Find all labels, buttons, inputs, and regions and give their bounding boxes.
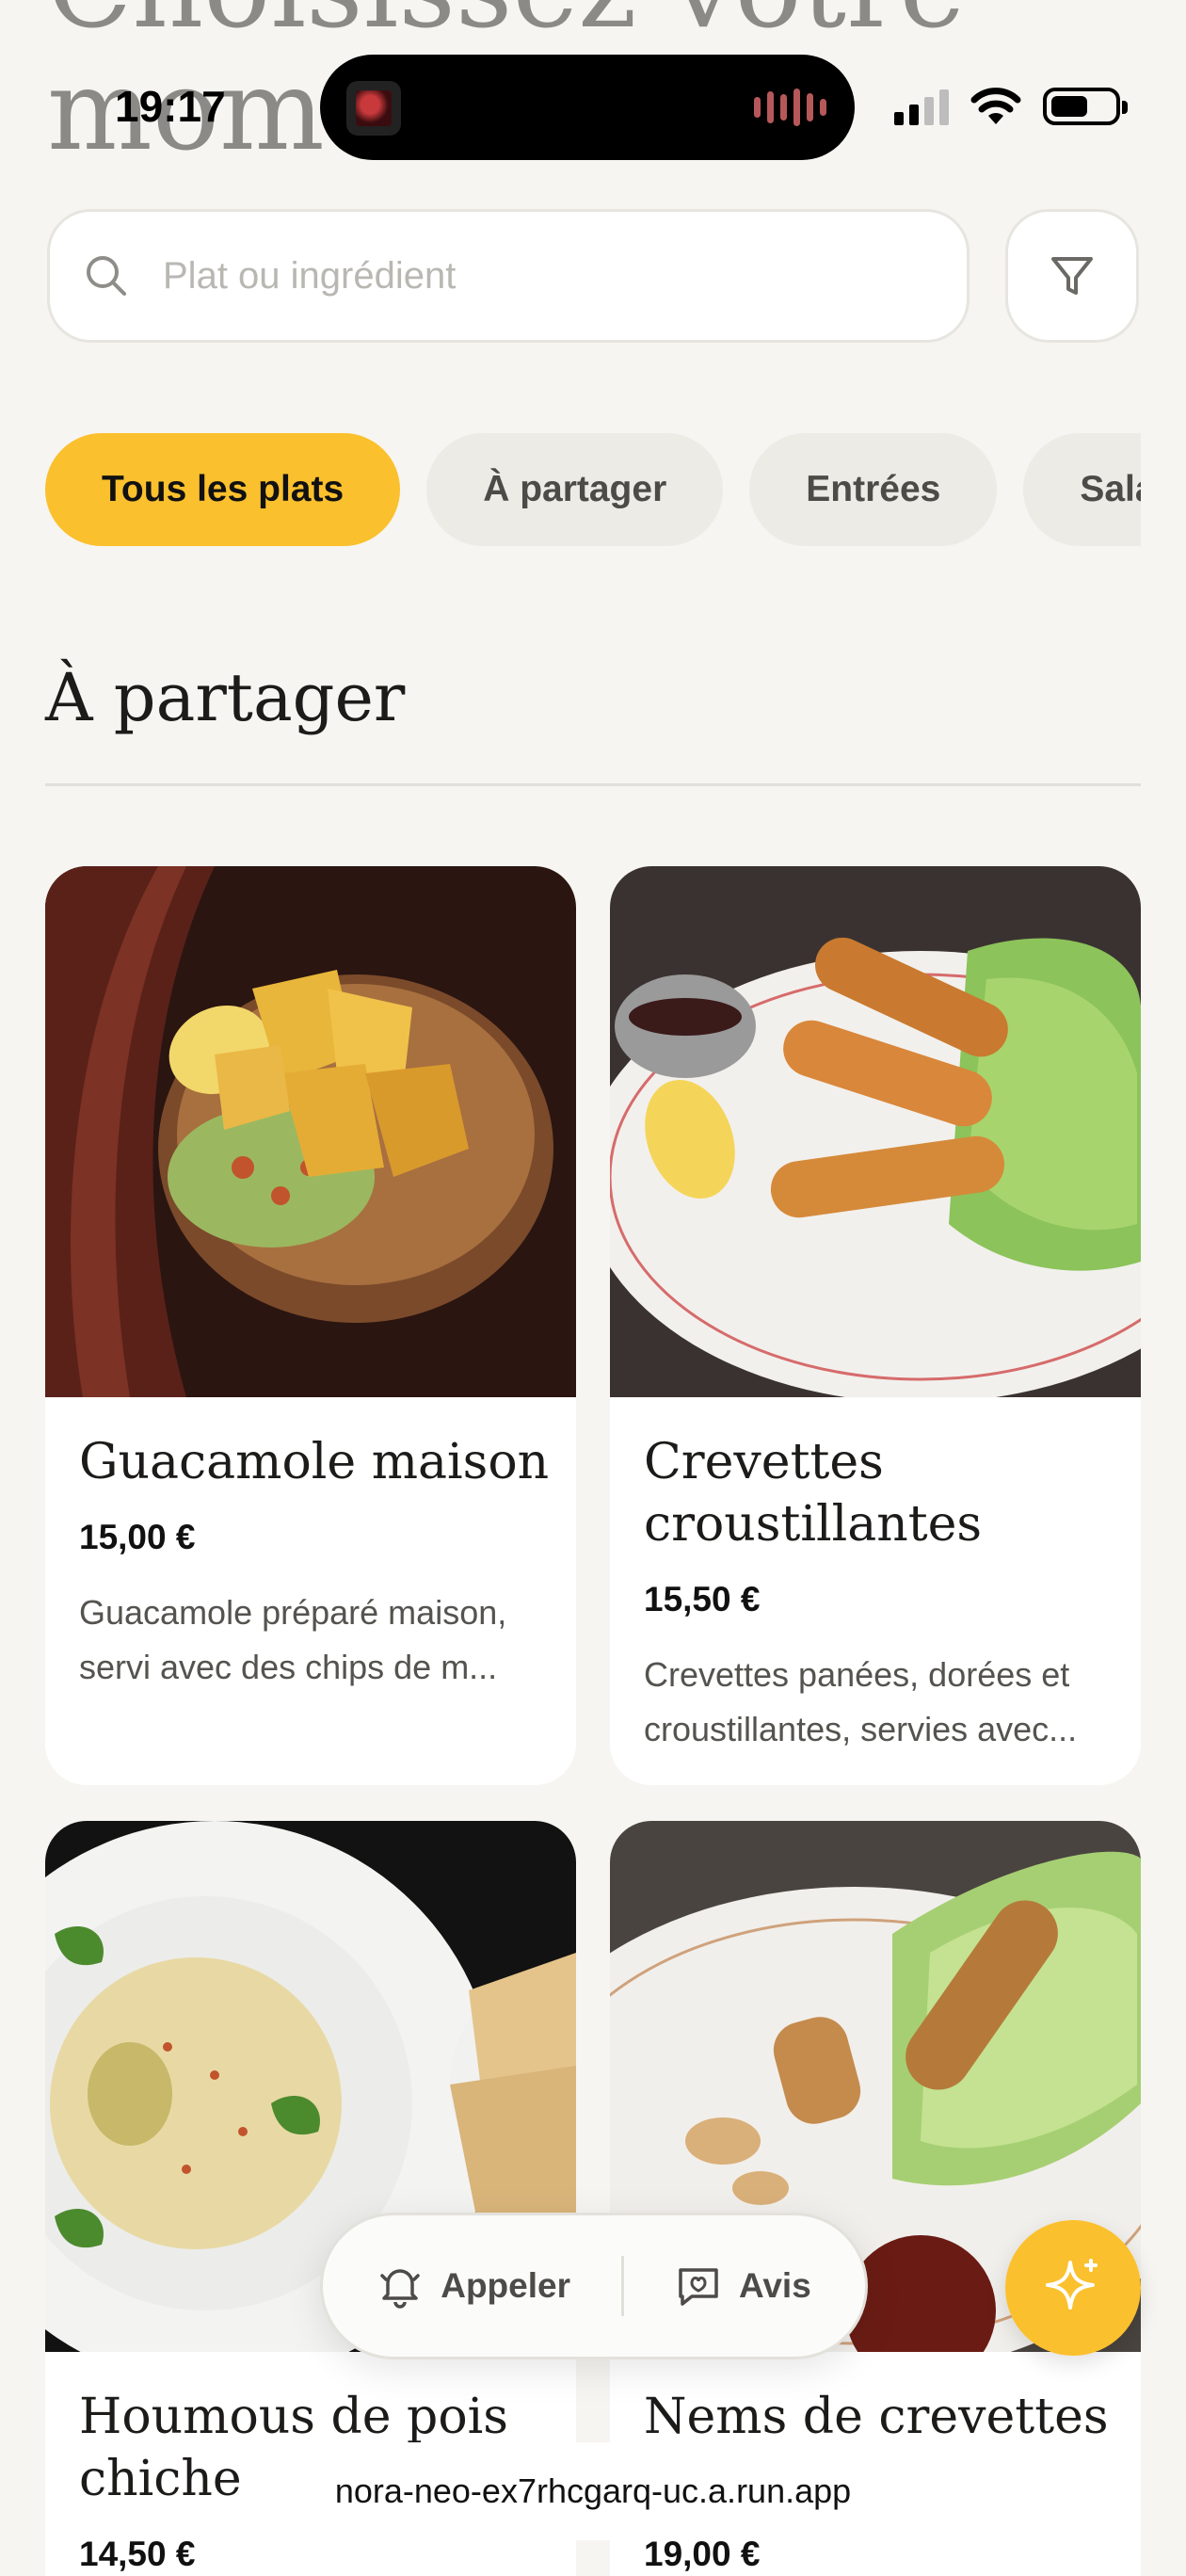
filter-button[interactable] xyxy=(1005,209,1139,343)
dish-card-crevettes[interactable]: Crevettes croustillantes 15,50 € Crevett… xyxy=(610,866,1141,1785)
cellular-signal-icon xyxy=(894,88,949,125)
tab-entrees[interactable]: Entrées xyxy=(749,433,998,546)
review-button[interactable]: Avis xyxy=(624,2262,862,2310)
status-time: 19:17 xyxy=(115,82,226,131)
status-icons xyxy=(894,87,1128,126)
dish-card-guacamole[interactable]: Guacamole maison 15,00 € Guacamole prépa… xyxy=(45,866,576,1785)
dish-description: Guacamole préparé maison, servi avec des… xyxy=(79,1593,507,1686)
search-icon xyxy=(50,251,144,300)
assistant-button[interactable] xyxy=(1005,2220,1141,2356)
search-bar[interactable] xyxy=(47,209,970,343)
dish-price: 15,00 € xyxy=(79,1518,196,1556)
battery-icon xyxy=(1043,88,1128,125)
dish-name: Guacamole maison xyxy=(79,1434,550,1490)
dish-photo xyxy=(610,866,1141,1397)
tab-a-partager[interactable]: À partager xyxy=(426,433,724,546)
now-playing-album-icon xyxy=(346,81,401,136)
section-title: À partager xyxy=(45,659,406,736)
dish-photo xyxy=(45,866,576,1397)
dish-name: Crevettes croustillantes xyxy=(644,1434,983,1553)
section-divider xyxy=(45,783,1141,786)
search-input[interactable] xyxy=(144,254,916,298)
floating-action-bar: Appeler Avis xyxy=(320,2213,868,2359)
sparkle-icon xyxy=(1046,2259,1098,2310)
dish-price: 15,50 € xyxy=(644,1580,761,1618)
dish-price: 14,50 € xyxy=(79,2535,196,2573)
bell-icon xyxy=(380,2269,420,2309)
call-button[interactable]: Appeler xyxy=(326,2262,621,2310)
category-tabs: Tous les plats À partager Entrées Salade… xyxy=(45,433,1141,548)
tab-tous-les-plats[interactable]: Tous les plats xyxy=(45,433,401,546)
filter-icon xyxy=(1051,257,1093,295)
browser-url-bar[interactable]: nora-neo-ex7rhcgarq-uc.a.run.app xyxy=(256,2442,930,2540)
dish-name: Nems de crevettes xyxy=(644,2389,1109,2445)
dish-price: 19,00 € xyxy=(644,2535,761,2573)
audio-waveform-icon xyxy=(754,89,826,126)
dynamic-island[interactable] xyxy=(320,55,855,160)
review-button-label: Avis xyxy=(738,2266,811,2305)
review-icon xyxy=(679,2268,718,2306)
wifi-icon xyxy=(970,88,1021,124)
tab-salades[interactable]: Salades xyxy=(1023,433,1141,546)
dish-description: Crevettes panées, dorées et croustillant… xyxy=(644,1655,1078,1748)
call-button-label: Appeler xyxy=(441,2266,570,2305)
